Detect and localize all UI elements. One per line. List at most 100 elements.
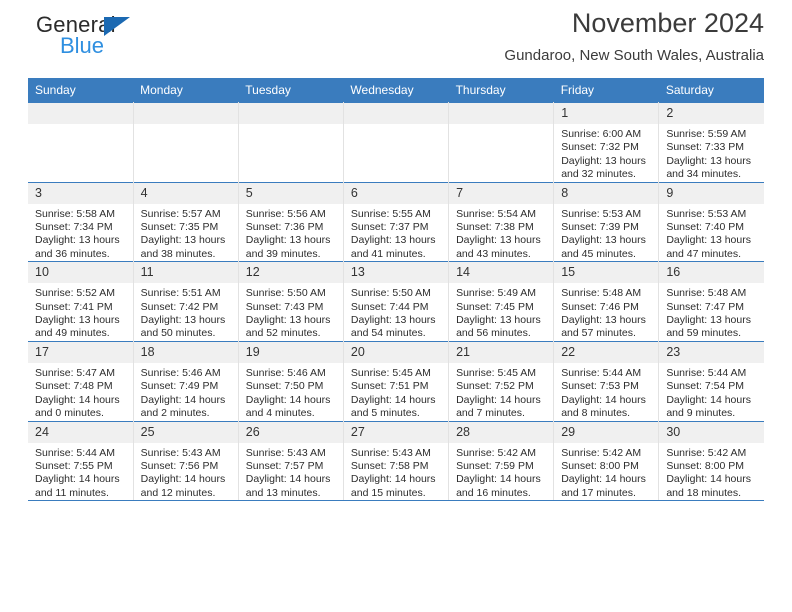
daylight-text-line1: Daylight: 14 hours <box>35 393 120 406</box>
day-number: 12 <box>238 262 343 284</box>
calendar-day-cell[interactable]: 20 Sunrise: 5:45 AM Sunset: 7:51 PM Dayligh… <box>343 340 450 421</box>
day-number: 13 <box>343 262 449 284</box>
calendar-body: 1 Sunrise: 6:00 AM Sunset: 7:32 PM Daylight… <box>28 102 764 502</box>
sunset-text: Sunset: 7:44 PM <box>350 300 429 313</box>
day-sun-info: Sunrise: 5:44 AM Sunset: 7:53 PM Daylight:… <box>554 363 658 421</box>
calendar-day-cell[interactable]: 26 Sunrise: 5:43 AM Sunset: 7:57 PM Dayligh… <box>238 420 344 502</box>
sunset-text: Sunset: 7:42 PM <box>140 300 219 313</box>
general-blue-logo[interactable]: General Blue <box>28 14 208 66</box>
daylight-text-line1: Daylight: 13 hours <box>561 314 646 327</box>
daylight-text-line1: Daylight: 14 hours <box>561 473 646 486</box>
day-number: 11 <box>133 262 238 284</box>
daylight-text-line2: and 47 minutes. <box>666 247 742 260</box>
sunrise-text: Sunrise: 5:53 AM <box>666 207 747 220</box>
calendar-day-cell[interactable]: 16 Sunrise: 5:48 AM Sunset: 7:47 PM Dayligh… <box>658 261 764 342</box>
calendar-day-cell[interactable]: 1 Sunrise: 6:00 AM Sunset: 7:32 PM Daylight… <box>553 102 660 183</box>
daylight-text-line1: Daylight: 13 hours <box>561 154 646 167</box>
calendar-day-cell[interactable]: 21 Sunrise: 5:45 AM Sunset: 7:52 PM Dayligh… <box>448 340 555 421</box>
calendar-day-cell[interactable]: 7 Sunrise: 5:54 AM Sunset: 7:38 PM Daylight… <box>448 181 555 262</box>
day-number: 28 <box>449 421 554 443</box>
sunset-text: Sunset: 7:41 PM <box>35 300 113 313</box>
day-sun-info: Sunrise: 5:46 AM Sunset: 7:49 PM Daylight:… <box>134 363 238 421</box>
calendar-day-cell[interactable]: 11 Sunrise: 5:51 AM Sunset: 7:42 PM Dayligh… <box>133 261 239 342</box>
page-title: November 2024 <box>571 8 764 38</box>
daylight-text-line2: and 50 minutes. <box>140 327 216 340</box>
day-sun-info: Sunrise: 5:43 AM Sunset: 7:57 PM Daylight:… <box>239 443 343 501</box>
calendar-day-cell[interactable]: 5 Sunrise: 5:56 AM Sunset: 7:36 PM Daylight… <box>238 181 344 262</box>
day-number: 27 <box>343 421 449 443</box>
day-sun-info: Sunrise: 6:00 AM Sunset: 7:32 PM Daylight:… <box>554 124 658 182</box>
calendar-day-cell[interactable]: 18 Sunrise: 5:46 AM Sunset: 7:49 PM Dayligh… <box>133 340 239 421</box>
calendar-day-cell[interactable]: 15 Sunrise: 5:48 AM Sunset: 7:46 PM Dayligh… <box>553 261 660 342</box>
page-header: General Blue November 2024 Gundaroo, New… <box>28 0 764 78</box>
calendar-day-cell-empty <box>238 102 344 183</box>
calendar-day-cell[interactable]: 3 Sunrise: 5:58 AM Sunset: 7:34 PM Daylight… <box>28 181 134 262</box>
calendar-day-cell[interactable]: 27 Sunrise: 5:43 AM Sunset: 7:58 PM Dayligh… <box>343 420 450 502</box>
sunrise-sunset-calendar: Sunday Monday Tuesday Wednesday Thursday… <box>28 78 764 502</box>
sunset-text: Sunset: 7:48 PM <box>35 380 113 393</box>
sunrise-text: Sunrise: 5:45 AM <box>456 366 537 379</box>
day-number: 29 <box>554 421 659 443</box>
calendar-day-cell[interactable]: 13 Sunrise: 5:50 AM Sunset: 7:44 PM Dayligh… <box>343 261 450 342</box>
sunrise-text: Sunrise: 5:50 AM <box>245 287 326 300</box>
calendar-day-cell[interactable]: 14 Sunrise: 5:49 AM Sunset: 7:45 PM Dayligh… <box>448 261 555 342</box>
daylight-text-line2: and 5 minutes. <box>350 407 420 420</box>
calendar-day-cell[interactable]: 28 Sunrise: 5:42 AM Sunset: 7:59 PM Dayligh… <box>448 420 555 502</box>
daylight-text-line1: Daylight: 14 hours <box>245 473 331 486</box>
day-sun-info: Sunrise: 5:58 AM Sunset: 7:34 PM Daylight:… <box>28 204 133 262</box>
sunset-text: Sunset: 7:32 PM <box>561 141 639 154</box>
calendar-day-cell[interactable]: 25 Sunrise: 5:43 AM Sunset: 7:56 PM Dayligh… <box>133 420 239 502</box>
day-sun-info: Sunrise: 5:59 AM Sunset: 7:33 PM Daylight:… <box>659 124 764 182</box>
daylight-text-line2: and 39 minutes. <box>245 247 321 260</box>
calendar-day-cell[interactable]: 30 Sunrise: 5:42 AM Sunset: 8:00 PM Dayligh… <box>658 420 764 502</box>
day-sun-info: Sunrise: 5:42 AM Sunset: 7:59 PM Daylight:… <box>449 443 553 501</box>
sunrise-text: Sunrise: 5:42 AM <box>456 446 537 459</box>
calendar-day-cell[interactable]: 12 Sunrise: 5:50 AM Sunset: 7:43 PM Dayligh… <box>238 261 344 342</box>
sunset-text: Sunset: 7:57 PM <box>245 459 324 472</box>
calendar-day-cell[interactable]: 24 Sunrise: 5:44 AM Sunset: 7:55 PM Dayligh… <box>28 420 134 502</box>
day-number: 30 <box>659 421 764 443</box>
weekday-header-saturday: Saturday <box>658 78 764 103</box>
calendar-day-cell[interactable]: 19 Sunrise: 5:46 AM Sunset: 7:50 PM Dayligh… <box>238 340 344 421</box>
calendar-day-cell[interactable]: 29 Sunrise: 5:42 AM Sunset: 8:00 PM Dayligh… <box>553 420 660 502</box>
sunset-text: Sunset: 7:49 PM <box>140 380 219 393</box>
sunrise-text: Sunrise: 5:44 AM <box>35 446 115 459</box>
day-sun-info: Sunrise: 5:45 AM Sunset: 7:52 PM Daylight:… <box>449 363 553 421</box>
weekday-header-friday: Friday <box>553 78 659 103</box>
calendar-day-cell[interactable]: 2 Sunrise: 5:59 AM Sunset: 7:33 PM Daylight… <box>658 102 764 183</box>
day-number: 17 <box>28 341 133 363</box>
sunset-text: Sunset: 8:00 PM <box>666 459 744 472</box>
calendar-day-cell[interactable]: 23 Sunrise: 5:44 AM Sunset: 7:54 PM Dayligh… <box>658 340 764 421</box>
calendar-day-cell[interactable]: 8 Sunrise: 5:53 AM Sunset: 7:39 PM Daylight… <box>553 181 660 262</box>
daylight-text-line1: Daylight: 13 hours <box>140 314 226 327</box>
title-block: November 2024 Gundaroo, New South Wales,… <box>504 0 764 65</box>
calendar-day-cell[interactable]: 22 Sunrise: 5:44 AM Sunset: 7:53 PM Dayligh… <box>553 340 660 421</box>
sunrise-text: Sunrise: 5:53 AM <box>561 207 642 220</box>
daylight-text-line2: and 38 minutes. <box>140 247 216 260</box>
calendar-header-row: Sunday Monday Tuesday Wednesday Thursday… <box>28 78 764 103</box>
calendar-week-row: 3 Sunrise: 5:58 AM Sunset: 7:34 PM Daylight… <box>28 181 764 262</box>
day-number: 8 <box>554 182 659 204</box>
sunrise-text: Sunrise: 5:42 AM <box>666 446 747 459</box>
day-sun-info: Sunrise: 5:50 AM Sunset: 7:43 PM Daylight:… <box>239 283 343 341</box>
calendar-day-cell[interactable]: 6 Sunrise: 5:55 AM Sunset: 7:37 PM Daylight… <box>343 181 450 262</box>
calendar-week-row: 10 Sunrise: 5:52 AM Sunset: 7:41 PM Dayligh… <box>28 261 764 342</box>
calendar-day-cell[interactable]: 10 Sunrise: 5:52 AM Sunset: 7:41 PM Dayligh… <box>28 261 134 342</box>
daylight-text-line2: and 8 minutes. <box>561 407 631 420</box>
day-sun-info: Sunrise: 5:53 AM Sunset: 7:39 PM Daylight:… <box>554 204 658 262</box>
sunrise-text: Sunrise: 5:59 AM <box>666 128 747 140</box>
sunset-text: Sunset: 7:58 PM <box>350 459 429 472</box>
sunset-text: Sunset: 7:55 PM <box>35 459 113 472</box>
sunset-text: Sunset: 7:36 PM <box>245 221 324 234</box>
weekday-header-thursday: Thursday <box>448 78 554 103</box>
sunrise-text: Sunrise: 5:51 AM <box>140 287 221 300</box>
calendar-day-cell[interactable]: 4 Sunrise: 5:57 AM Sunset: 7:35 PM Daylight… <box>133 181 239 262</box>
calendar-day-cell[interactable]: 17 Sunrise: 5:47 AM Sunset: 7:48 PM Dayligh… <box>28 340 134 421</box>
daylight-text-line1: Daylight: 14 hours <box>456 393 541 406</box>
day-number: 19 <box>238 341 343 363</box>
day-sun-info: Sunrise: 5:42 AM Sunset: 8:00 PM Daylight:… <box>659 443 764 501</box>
calendar-day-cell[interactable]: 9 Sunrise: 5:53 AM Sunset: 7:40 PM Daylight… <box>658 181 764 262</box>
day-number: 2 <box>659 103 764 124</box>
sunset-text: Sunset: 7:53 PM <box>561 380 639 393</box>
sunset-text: Sunset: 7:35 PM <box>140 221 219 234</box>
